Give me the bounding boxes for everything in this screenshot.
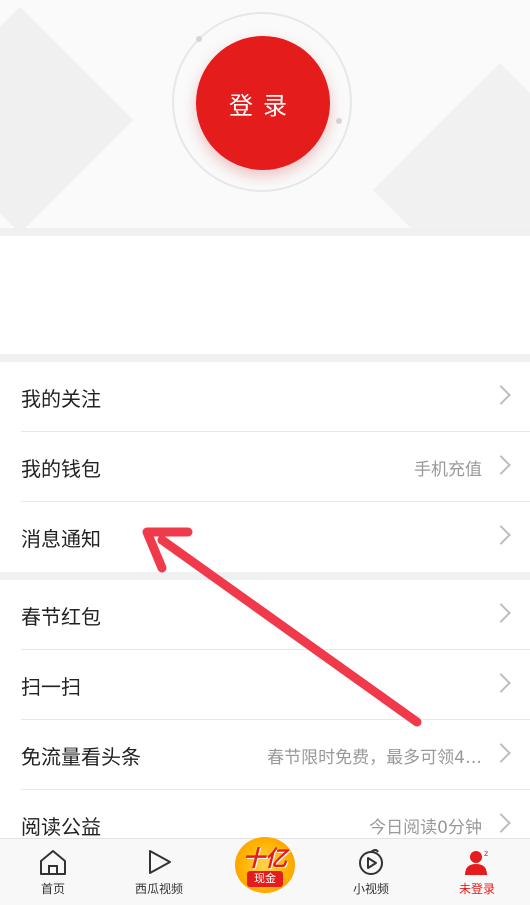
header-decoration-right	[372, 62, 530, 228]
menu-item-label: 我的关注	[21, 386, 101, 411]
play-icon	[149, 850, 171, 874]
menu-item-scan[interactable]: 扫一扫	[0, 650, 530, 720]
menu-item-label: 春节红包	[21, 604, 101, 629]
tab-label: 西瓜视频	[134, 882, 183, 896]
menu-group-2: 春节红包 扫一扫 免流量看头条 春节限时免费，最多可领4… 阅读公益 今日阅读0…	[0, 580, 530, 860]
section-divider	[0, 354, 530, 362]
promo-big-text: 十亿	[242, 847, 287, 872]
chevron-right-icon	[491, 385, 511, 405]
menu-item-following[interactable]: 我的关注	[0, 362, 530, 432]
ring-dot	[336, 118, 342, 124]
tab-label: 未登录	[458, 882, 495, 896]
menu-item-label: 扫一扫	[21, 674, 81, 699]
chevron-right-icon	[491, 743, 511, 763]
chevron-right-icon	[491, 813, 511, 833]
chevron-right-icon	[491, 603, 511, 623]
menu-item-notifications[interactable]: 消息通知	[0, 502, 530, 572]
blank-area	[0, 236, 530, 354]
menu-item-free-data[interactable]: 免流量看头条 春节限时免费，最多可领4…	[0, 720, 530, 790]
menu-item-label: 消息通知	[21, 526, 101, 551]
promo-small-text: 现金	[247, 871, 283, 887]
menu-group-1: 我的关注 我的钱包 手机充值 消息通知	[0, 362, 530, 572]
section-divider	[0, 572, 530, 580]
chevron-right-icon	[491, 525, 511, 545]
menu-item-label: 我的钱包	[21, 456, 101, 481]
home-icon	[40, 850, 66, 875]
menu-item-label: 阅读公益	[21, 814, 101, 839]
tab-not-logged-in[interactable]: z 未登录	[424, 839, 530, 905]
chevron-right-icon	[491, 455, 511, 475]
menu-item-label: 免流量看头条	[21, 744, 141, 769]
user-icon: z	[465, 849, 488, 875]
svg-text:z: z	[484, 849, 488, 858]
menu-item-spring-red-packet[interactable]: 春节红包	[0, 580, 530, 650]
ring-dot	[196, 36, 202, 42]
menu-item-hint: 今日阅读0分钟	[369, 817, 482, 838]
bottom-tab-bar: 首页 西瓜视频 十亿 现金 小视频 z 未登录	[0, 837, 530, 905]
video-icon	[359, 849, 383, 875]
tab-label: 首页	[40, 882, 65, 896]
profile-header: 登录	[0, 0, 530, 228]
promo-badge: 十亿 现金	[229, 831, 301, 897]
menu-item-wallet[interactable]: 我的钱包 手机充值	[0, 432, 530, 502]
menu-item-hint: 春节限时免费，最多可领4…	[267, 747, 482, 768]
login-button[interactable]: 登录	[196, 36, 330, 170]
tab-xigua-video[interactable]: 西瓜视频	[106, 839, 212, 905]
menu-item-hint: 手机充值	[414, 459, 482, 480]
header-decoration-left	[0, 6, 134, 228]
tab-short-video[interactable]: 小视频	[318, 839, 424, 905]
tab-promo-cash[interactable]: 十亿 现金	[212, 837, 318, 905]
tab-home[interactable]: 首页	[0, 839, 106, 905]
tab-label: 小视频	[352, 882, 389, 896]
chevron-right-icon	[491, 673, 511, 693]
section-divider	[0, 228, 530, 236]
